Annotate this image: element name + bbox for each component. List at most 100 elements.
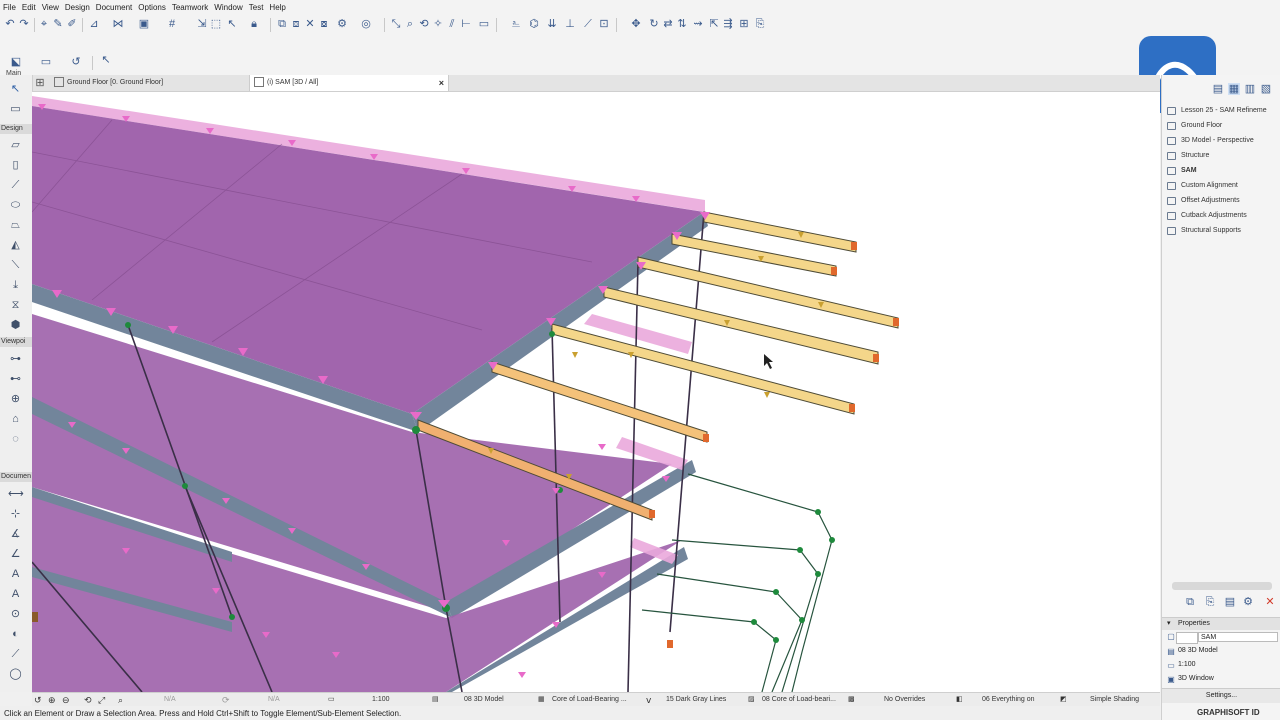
pointer-icon[interactable]: ↖ [100,54,112,66]
scale-icon[interactable]: ▭ [328,693,335,707]
layer-icon[interactable]: ▨ [748,693,755,707]
node-icon[interactable]: ⊡ [598,18,610,30]
angle-dimension-tool-icon[interactable]: ∠ [8,548,23,561]
menu-test[interactable]: Test [246,0,267,15]
new-folder-icon[interactable]: ▤ [1224,596,1236,608]
wall-tool-icon[interactable]: ▱ [8,139,23,152]
rectangle-icon[interactable]: ▭ [478,18,490,30]
toolbox-section-document[interactable]: Documen [0,472,32,482]
dimension-tool-icon[interactable]: ⟷ [8,488,24,501]
menu-edit[interactable]: Edit [19,0,39,15]
structural-analytical-icon[interactable]: ⌬ [528,18,540,30]
level-dimension-tool-icon[interactable]: ⊹ [8,508,23,521]
nav-item-structural-supports[interactable]: Structural Supports [1167,225,1241,237]
shading-value[interactable]: Simple Shading [1090,693,1139,707]
guide-lines-icon[interactable]: ⊿ [88,18,100,30]
marquee-tool-icon[interactable]: ▭ [8,103,23,116]
marquee-icon[interactable]: ⬚ [210,18,222,30]
renovation-icon[interactable]: ◧ [956,693,963,707]
menu-file[interactable]: File [0,0,19,15]
model-view-icon[interactable]: ▤ [432,693,439,707]
elevation-tool-icon[interactable]: ⊷ [8,373,23,386]
split-icon[interactable]: ⫽ [446,18,458,30]
close-icon[interactable]: × [439,75,444,91]
selection-icon[interactable]: ↖ [226,18,238,30]
shading-icon[interactable]: ◩ [1060,693,1067,707]
detail-tool-icon[interactable]: ◌ [8,433,23,446]
magic-wand-icon[interactable]: ✧ [432,18,444,30]
trace-icon[interactable]: ⧇ [318,18,330,30]
override-icon[interactable]: ▩ [848,693,855,707]
properties-header[interactable]: ▾ Properties [1162,617,1280,630]
tab-sam-3d[interactable]: (i) SAM [3D / All] × [249,75,449,91]
scale-value[interactable]: 1:100 [1178,661,1196,668]
render-icon[interactable]: ▭ [40,56,52,68]
3d-viewport[interactable] [32,92,1160,692]
text-tool-icon[interactable]: A [8,568,23,581]
section-tool-icon[interactable]: ⊶ [8,353,23,366]
view-name-field[interactable]: SAM [1198,632,1278,642]
railing-tool-icon[interactable]: ⧖ [8,299,23,312]
suspend-groups-icon[interactable]: ▣ [138,18,150,30]
adjust-icon[interactable]: ⊢ [460,18,472,30]
nav-item-offset-adjustments[interactable]: Offset Adjustments [1167,195,1240,207]
nav-item-ground-floor[interactable]: Ground Floor [1167,120,1222,132]
zoom-icon[interactable]: ⌕ [404,18,416,30]
pen-set-value[interactable]: 15 Dark Gray Lines [666,693,726,707]
supports-icon[interactable]: ⊥ [564,18,576,30]
roof-tool-icon[interactable]: ⏢ [8,219,23,232]
toolbox-section-viewpoint[interactable]: Viewpoi [0,337,32,347]
delete-icon[interactable]: ✕ [1264,596,1276,608]
zoom-in-icon[interactable]: ⊕ [48,693,56,707]
menu-document[interactable]: Document [93,0,135,15]
column-tool-icon[interactable]: ▯ [8,159,23,172]
camera-tool-icon[interactable]: ⊕ [8,393,23,406]
model-view-value[interactable]: 08 3D Model [464,693,504,707]
orbit-view-icon[interactable]: ↺ [70,56,82,68]
nav-item-project[interactable]: Lesson 25 - SAM Refineme [1167,105,1267,117]
navigator-project-icon[interactable]: ▤ [1212,83,1224,95]
syringe-icon[interactable]: ✐ [66,18,78,30]
mirror-icon[interactable]: ⇄ [662,18,674,30]
grid-snap-icon[interactable]: # [166,18,178,30]
member-icon[interactable]: ⟋ [582,18,594,30]
layout-icon[interactable]: ⊞ [738,18,750,30]
navigator-view-map-icon[interactable]: ▦ [1228,83,1240,95]
beam-tool-icon[interactable]: ⟋ [8,179,23,192]
publish-icon[interactable]: ⎘ [754,18,766,30]
view-id-field[interactable] [1176,632,1198,644]
slab-tool-icon[interactable]: ⬭ [8,199,23,212]
structure-icon[interactable]: ▦ [538,693,545,707]
new-view-icon[interactable]: ⧉ [1184,596,1196,608]
group-icon[interactable]: ⧉ [276,18,288,30]
shell-tool-icon[interactable]: ◭ [8,239,23,252]
renovation-icon[interactable]: ◎ [360,18,372,30]
arrow-icon[interactable]: ⇲ [196,18,208,30]
scale-value[interactable]: 1:100 [372,693,390,707]
measure-icon[interactable]: ⤡ [390,18,402,30]
menu-teamwork[interactable]: Teamwork [169,0,211,15]
window-value[interactable]: 3D Window [1178,675,1214,682]
na-field-2[interactable]: N/A [268,693,280,707]
angle-icon[interactable]: ⟳ [222,693,230,707]
nav-item-sam[interactable]: SAM [1167,165,1197,177]
zoom-out-icon[interactable]: ⊖ [62,693,70,707]
renovation-value[interactable]: 06 Everything on [982,693,1035,707]
3d-view-icon[interactable]: ⬕ [10,56,22,68]
nav-item-custom-alignment[interactable]: Custom Alignment [1167,180,1238,192]
rotate-icon[interactable]: ↻ [648,18,660,30]
tab-grid-icon[interactable]: ⊞ [34,77,46,89]
undo-zoom-icon[interactable]: ↺ [34,693,42,707]
na-field-1[interactable]: N/A [164,693,176,707]
fit-icon[interactable]: ⤢ [98,693,105,707]
worksheet-tool-icon[interactable]: ⌂ [8,413,23,426]
morph-tool-icon[interactable]: ⬢ [8,319,23,332]
drag-icon[interactable]: ⇝ [692,18,704,30]
override-value[interactable]: No Overrides [884,693,925,707]
elevate-icon[interactable]: ⇅ [676,18,688,30]
navigator-publisher-icon[interactable]: ▧ [1260,83,1272,95]
settings-button[interactable]: Settings... [1162,688,1280,703]
redo-icon[interactable]: ↷ [18,18,30,30]
arc-tool-icon[interactable]: ◯ [8,668,23,681]
clone-icon[interactable]: ⎘ [1204,596,1216,608]
